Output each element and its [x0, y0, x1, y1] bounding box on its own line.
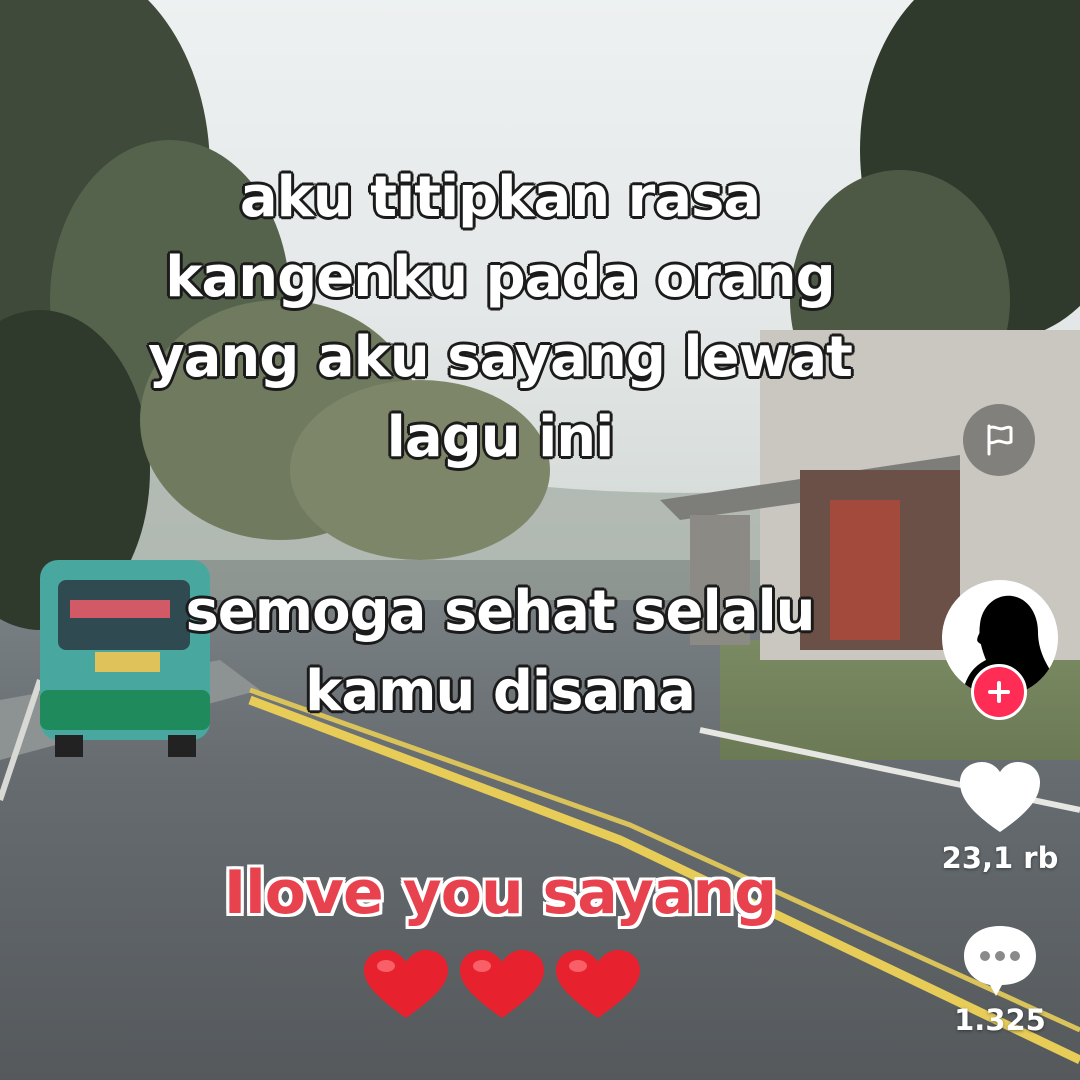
like-button[interactable]: 23,1 rb: [940, 760, 1060, 875]
video-frame[interactable]: aku titipkan rasa kangenku pada orang ya…: [0, 0, 1080, 1080]
flag-icon: [987, 424, 1013, 456]
caption-line: lagu ini: [386, 405, 615, 470]
caption-line: kangenku pada orang: [165, 245, 836, 310]
like-count: 23,1 rb: [941, 841, 1059, 875]
love-caption: Ilove you sayang: [223, 858, 777, 928]
report-button[interactable]: [963, 404, 1035, 476]
red-heart-icon: [364, 950, 448, 1018]
caption-bottom: semoga sehat selalu kamu disana: [0, 572, 1000, 732]
plus-icon: [988, 681, 1010, 703]
hearts-row: [362, 950, 662, 1020]
comment-button[interactable]: 1.325: [940, 922, 1060, 1037]
comment-count: 1.325: [954, 1003, 1046, 1037]
red-heart-icon: [556, 950, 640, 1018]
caption-line: semoga sehat selalu: [185, 579, 815, 644]
comment-bubble-icon: [964, 926, 1036, 996]
heart-icon: [960, 762, 1040, 832]
caption-top: aku titipkan rasa kangenku pada orang ya…: [0, 158, 1000, 478]
caption-line: yang aku sayang lewat: [148, 325, 853, 390]
red-heart-icon: [460, 950, 544, 1018]
caption-line: aku titipkan rasa: [239, 165, 761, 230]
follow-button[interactable]: [971, 664, 1027, 720]
caption-line: kamu disana: [305, 659, 696, 724]
